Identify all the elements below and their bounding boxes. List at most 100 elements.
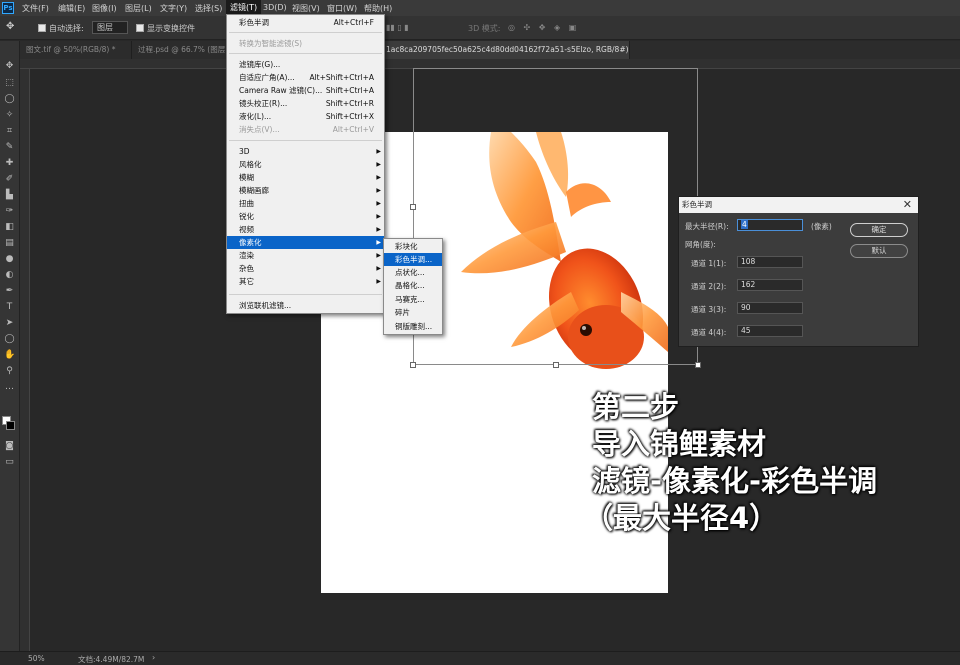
max-radius-label: 最大半径(R): <box>685 222 729 231</box>
menu-item-label: 模糊画廊 <box>239 186 269 195</box>
auto-select-option[interactable]: 自动选择: <box>38 23 84 34</box>
filter-menu-item-video[interactable]: 视频 ▶ <box>227 223 384 236</box>
show-transform-option[interactable]: 显示变换控件 <box>136 23 195 34</box>
channel-4-label: 通道 4(4): <box>691 328 727 337</box>
healing-brush-icon[interactable]: ✚ <box>4 158 15 169</box>
magic-wand-icon[interactable]: ✧ <box>4 110 15 121</box>
channel-4-value: 45 <box>741 326 751 335</box>
filter-menu-item-blur[interactable]: 模糊 ▶ <box>227 171 384 184</box>
filter-menu-item-blur-gallery[interactable]: 模糊画廊 ▶ <box>227 184 384 197</box>
more-tools-icon[interactable]: … <box>4 382 15 393</box>
reset-button[interactable]: 默认 <box>850 244 908 258</box>
background-color-swatch[interactable] <box>6 421 15 430</box>
filter-menu-item-camera-raw[interactable]: Camera Raw 滤镜(C)... Shift+Ctrl+A <box>227 84 384 97</box>
transform-handle[interactable] <box>553 362 559 368</box>
menu-file[interactable]: 文件(F) <box>22 3 49 14</box>
menu-view[interactable]: 视图(V) <box>292 3 320 14</box>
filter-menu-item-3d[interactable]: 3D ▶ <box>227 145 384 158</box>
pen-tool-icon[interactable]: ✒ <box>4 286 15 297</box>
history-brush-icon[interactable]: ✑ <box>4 206 15 217</box>
menu-help[interactable]: 帮助(H) <box>364 3 392 14</box>
shape-tool-icon[interactable]: ◯ <box>4 334 15 345</box>
filter-menu-item-other[interactable]: 其它 ▶ <box>227 275 384 288</box>
menu-item-label: 彩色半调 <box>239 18 269 27</box>
submenu-item-crystallize[interactable]: 晶格化... <box>384 279 442 292</box>
submenu-item-facet[interactable]: 彩块化 <box>384 240 442 253</box>
auto-select-label: 自动选择: <box>49 24 84 33</box>
filter-menu-item-distort[interactable]: 扭曲 ▶ <box>227 197 384 210</box>
channel-4-input[interactable]: 45 <box>737 325 803 337</box>
filter-menu-item-sharpen[interactable]: 锐化 ▶ <box>227 210 384 223</box>
type-tool-icon[interactable]: T <box>4 302 15 313</box>
menu-divider <box>229 53 382 54</box>
menu-3d[interactable]: 3D(D) <box>263 3 287 12</box>
align-icons[interactable]: ▮▮ ▯ ▮ <box>386 23 409 32</box>
filter-menu-item-gallery[interactable]: 滤镜库(G)... <box>227 58 384 71</box>
menu-divider <box>229 294 382 295</box>
transform-handle[interactable] <box>410 362 416 368</box>
screen-mode-icon[interactable]: ▭ <box>4 457 15 468</box>
eyedropper-icon[interactable]: ✎ <box>4 142 15 153</box>
move-tool-icon[interactable]: ✥ <box>4 61 15 72</box>
gradient-tool-icon[interactable]: ▤ <box>4 238 15 249</box>
filter-menu-item-stylize[interactable]: 风格化 ▶ <box>227 158 384 171</box>
tab-document-1[interactable]: 图文.tif @ 50%(RGB/8) * <box>20 41 132 59</box>
status-arrow-icon[interactable]: › <box>152 653 155 662</box>
tab-document-2[interactable]: 过程.psd @ 66.7% (图层 <box>132 41 232 59</box>
transform-handle[interactable] <box>695 362 701 368</box>
submenu-item-pointillize[interactable]: 点状化... <box>384 266 442 279</box>
submenu-item-mezzotint[interactable]: 铜版雕刻... <box>384 320 442 333</box>
hand-tool-icon[interactable]: ✋ <box>4 350 15 361</box>
menu-window[interactable]: 窗口(W) <box>327 3 357 14</box>
ok-button[interactable]: 确定 <box>850 223 908 237</box>
crop-tool-icon[interactable]: ⌗ <box>4 126 15 137</box>
show-transform-checkbox[interactable] <box>136 24 144 32</box>
filter-menu-item-render[interactable]: 渲染 ▶ <box>227 249 384 262</box>
menu-type[interactable]: 文字(Y) <box>160 3 187 14</box>
dialog-titlebar[interactable]: 彩色半调 ✕ <box>679 197 918 213</box>
submenu-item-fragment[interactable]: 碎片 <box>384 306 442 319</box>
eraser-icon[interactable]: ◧ <box>4 222 15 233</box>
filter-menu-item-liquify[interactable]: 液化(L)... Shift+Ctrl+X <box>227 110 384 123</box>
marquee-tool-icon[interactable]: ⬚ <box>4 78 15 89</box>
auto-select-checkbox[interactable] <box>38 24 46 32</box>
submenu-item-mosaic[interactable]: 马赛克... <box>384 293 442 306</box>
channel-1-input[interactable]: 108 <box>737 256 803 268</box>
channel-2-value: 162 <box>741 280 756 289</box>
blur-tool-icon[interactable]: ● <box>4 254 15 265</box>
filter-menu-item-adaptive-wide-angle[interactable]: 自适应广角(A)... Alt+Shift+Ctrl+A <box>227 71 384 84</box>
max-radius-input[interactable]: 4 <box>737 219 803 231</box>
zoom-level[interactable]: 50% <box>28 654 45 663</box>
dodge-tool-icon[interactable]: ◐ <box>4 270 15 281</box>
zoom-tool-icon[interactable]: ⚲ <box>4 366 15 377</box>
path-select-icon[interactable]: ➤ <box>4 318 15 329</box>
filter-menu-item-lens-correction[interactable]: 镜头校正(R)... Shift+Ctrl+R <box>227 97 384 110</box>
menu-item-shortcut: Alt+Ctrl+F <box>333 18 374 27</box>
channel-3-value: 90 <box>741 303 751 312</box>
menu-select[interactable]: 选择(S) <box>195 3 222 14</box>
stamp-tool-icon[interactable]: ▙ <box>4 190 15 201</box>
channel-3-input[interactable]: 90 <box>737 302 803 314</box>
3d-tools-icons[interactable]: ◎ ✣ ✥ ◈ ▣ <box>508 23 579 32</box>
lasso-tool-icon[interactable]: ◯ <box>4 94 15 105</box>
close-icon[interactable]: ✕ <box>903 197 912 213</box>
filter-menu-item-browse-online[interactable]: 浏览联机滤镜... <box>227 299 384 312</box>
transform-bounding-box[interactable] <box>410 68 701 368</box>
filter-menu-item-last-filter[interactable]: 彩色半调 Alt+Ctrl+F <box>227 16 384 29</box>
move-tool-icon[interactable]: ✥ <box>6 21 14 32</box>
quick-mask-icon[interactable]: ◙ <box>4 441 15 452</box>
menu-image[interactable]: 图像(I) <box>92 3 117 14</box>
submenu-arrow-icon: ▶ <box>376 187 381 194</box>
menu-layer[interactable]: 图层(L) <box>125 3 152 14</box>
menu-edit[interactable]: 编辑(E) <box>58 3 85 14</box>
menu-item-label: 视频 <box>239 225 254 234</box>
transform-handle[interactable] <box>410 204 416 210</box>
brush-tool-icon[interactable]: ✐ <box>4 174 15 185</box>
submenu-item-color-halftone[interactable]: 彩色半调... <box>384 253 442 266</box>
filter-menu-item-pixelate[interactable]: 像素化 ▶ <box>227 236 384 249</box>
auto-select-dropdown[interactable]: 图层 <box>92 21 128 34</box>
filter-menu: 彩色半调 Alt+Ctrl+F 转换为智能滤镜(S) 滤镜库(G)... 自适应广… <box>226 14 385 314</box>
filter-menu-item-noise[interactable]: 杂色 ▶ <box>227 262 384 275</box>
channel-2-input[interactable]: 162 <box>737 279 803 291</box>
tab-document-3[interactable]: 1ac8ca209705fec50a625c4d80dd04162f72a51-… <box>380 41 630 59</box>
